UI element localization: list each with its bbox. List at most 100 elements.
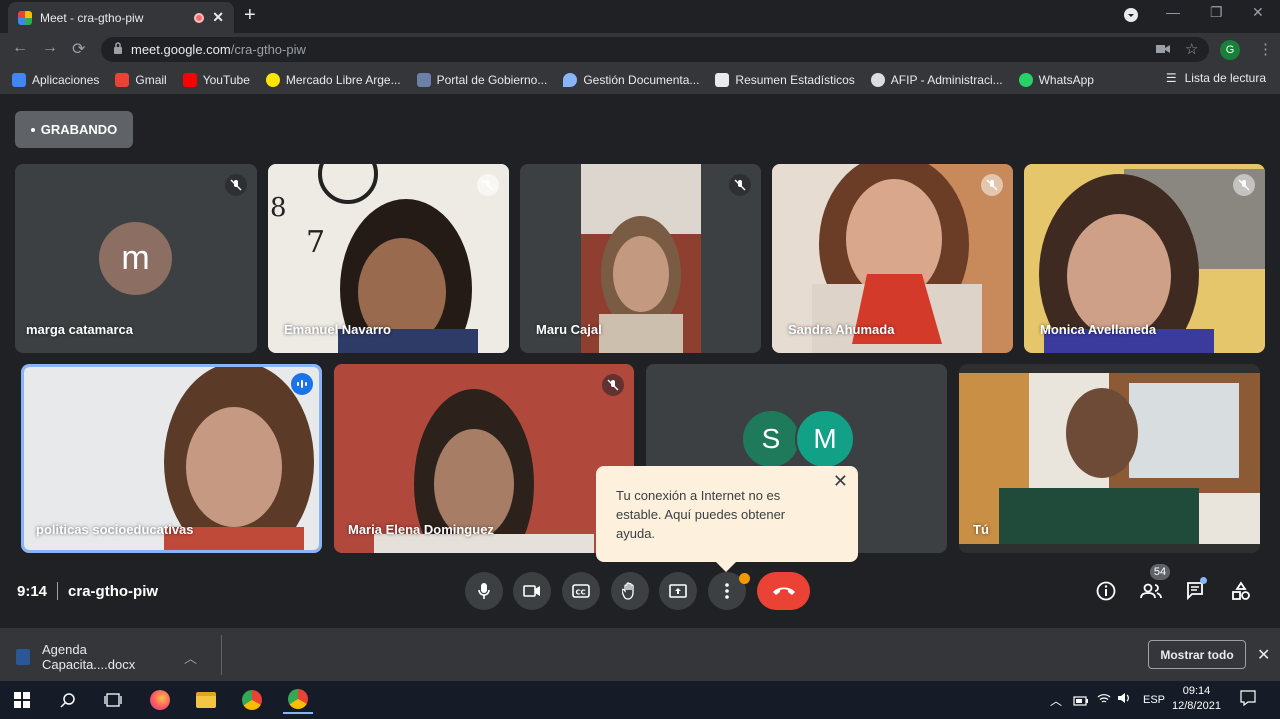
meeting-code: cra-gtho-piw [68,582,159,600]
hand-icon [622,582,634,600]
avatar: M [795,409,855,469]
volume-icon[interactable] [1117,691,1131,709]
bookmark-resumen-estadisticos[interactable]: Resumen Estadísticos [715,72,855,87]
wifi-icon[interactable] [1097,691,1111,709]
camera-status-icon[interactable] [1156,42,1170,60]
participant-name: Sandra Ahumada [788,322,895,337]
speaking-indicator-icon [291,373,313,395]
back-arrow-icon[interactable]: ← [12,39,28,57]
notification-dot [739,573,750,584]
tab-search-icon[interactable] [1124,8,1138,25]
minimize-button[interactable]: — [1166,4,1180,20]
leave-call-button[interactable] [757,572,810,610]
firefox-icon[interactable] [145,686,175,714]
present-screen-button[interactable] [659,572,697,610]
bookmark-afip[interactable]: AFIP - Administraci... [870,72,1003,87]
search-icon[interactable] [53,686,83,714]
address-bar[interactable]: meet.google.com/cra-gtho-piw [101,37,1209,62]
participant-tile-active-speaker[interactable]: politicas socioeducativas [21,364,322,553]
reading-list-button[interactable]: ☰ Lista de lectura [1166,71,1266,85]
notifications-icon[interactable] [1240,690,1256,711]
bookmark-portal-gobierno[interactable]: Portal de Gobierno... [416,72,547,87]
reload-icon[interactable]: ⟳ [72,39,85,59]
system-clock[interactable]: 09:14 12/8/2021 [1172,684,1221,714]
windows-start-icon[interactable] [7,686,37,714]
reading-list-icon: ☰ [1165,71,1177,85]
clock-date: 12/8/2021 [1172,700,1221,712]
mic-off-icon [477,174,499,196]
bookmark-mercadolibre[interactable]: Mercado Libre Arge... [265,72,401,87]
chrome-profile-icon[interactable] [283,686,313,714]
word-document-icon [16,649,30,665]
bookmarks-bar: Aplicaciones Gmail YouTube Mercado Libre… [0,65,1280,95]
chrome-icon[interactable] [237,686,267,714]
new-tab-button[interactable]: + [244,4,256,27]
tray-chevron-up-icon[interactable]: ︿ [1050,692,1062,709]
connection-warning-popup[interactable]: Tu conexión a Internet no es estable. Aq… [596,466,858,572]
url-host: meet.google.com [131,42,231,57]
task-view-icon[interactable] [98,686,128,714]
bookmark-youtube[interactable]: YouTube [182,72,250,87]
participant-tile[interactable]: 8 7 Emanuel Navarro [268,164,509,353]
bookmark-apps[interactable]: Aplicaciones [12,72,99,87]
close-downloads-icon[interactable]: ✕ [1257,645,1270,665]
camera-button[interactable] [513,572,551,610]
participant-name: Maria Elena Dominguez [348,522,494,537]
bookmark-gmail[interactable]: Gmail [115,72,167,87]
people-button[interactable] [1138,578,1164,604]
show-all-downloads-button[interactable]: Mostrar todo [1148,640,1246,669]
file-explorer-icon[interactable] [191,686,221,714]
participant-tile[interactable]: Maru Cajal [520,164,761,353]
download-item[interactable]: Agenda Capacita....docx ︿ [16,642,197,672]
bookmark-whatsapp[interactable]: WhatsApp [1018,72,1094,87]
mic-off-icon [1233,174,1255,196]
captions-button[interactable]: CC [562,572,600,610]
participant-tile[interactable]: Maria Elena Dominguez [334,364,634,553]
camera-icon [523,585,540,597]
microphone-button[interactable] [465,572,503,610]
meeting-details-button[interactable] [1093,578,1119,604]
profile-avatar[interactable]: G [1220,40,1240,60]
chat-icon [1187,582,1203,601]
maximize-button[interactable]: ❐ [1210,4,1223,21]
forward-arrow-icon[interactable]: → [42,39,58,57]
gmail-icon [115,72,130,87]
youtube-icon [182,72,197,87]
recording-badge: GRABANDO [15,111,133,148]
info-icon [1096,581,1116,601]
avatar: m [99,222,172,295]
browser-menu-icon[interactable]: ⋮ [1258,40,1273,58]
self-view-tile[interactable]: Tú [959,364,1260,553]
participant-name: Emanuel Navarro [284,322,391,337]
participant-name: politicas socioeducativas [36,522,194,537]
battery-icon[interactable] [1073,693,1089,711]
more-vert-icon [725,583,729,599]
close-window-button[interactable]: ✕ [1252,4,1264,21]
participant-tile[interactable]: m marga catamarca [15,164,257,353]
shapes-icon [1232,581,1250,600]
browser-tab[interactable]: Meet - cra-gtho-piw ✕ [8,2,234,33]
divider [221,635,222,675]
mic-off-icon [729,174,751,196]
chevron-up-icon[interactable]: ︿ [184,648,197,667]
participant-name: marga catamarca [26,322,133,337]
svg-text:7: 7 [306,225,325,260]
language-indicator[interactable]: ESP [1143,694,1165,706]
activities-button[interactable] [1228,578,1254,604]
participant-tile[interactable]: Sandra Ahumada [772,164,1013,353]
video-feed [959,373,1260,544]
popup-message: Tu conexión a Internet no es estable. Aq… [616,488,786,541]
bookmark-star-icon[interactable]: ☆ [1185,40,1198,58]
closed-captions-icon: CC [572,584,590,598]
tab-close-icon[interactable]: ✕ [212,9,224,26]
mic-off-icon [225,174,247,196]
participant-name: Monica Avellaneda [1040,322,1157,337]
bookmark-gestion-documental[interactable]: Gestión Documenta... [563,72,699,87]
raise-hand-button[interactable] [611,572,649,610]
divider [57,582,59,600]
globe-icon [870,72,885,87]
participant-tile[interactable]: Monica Avellaneda [1024,164,1265,353]
chat-notification-dot [1200,577,1207,584]
close-icon[interactable]: ✕ [833,472,848,491]
stats-image-icon [715,72,730,87]
